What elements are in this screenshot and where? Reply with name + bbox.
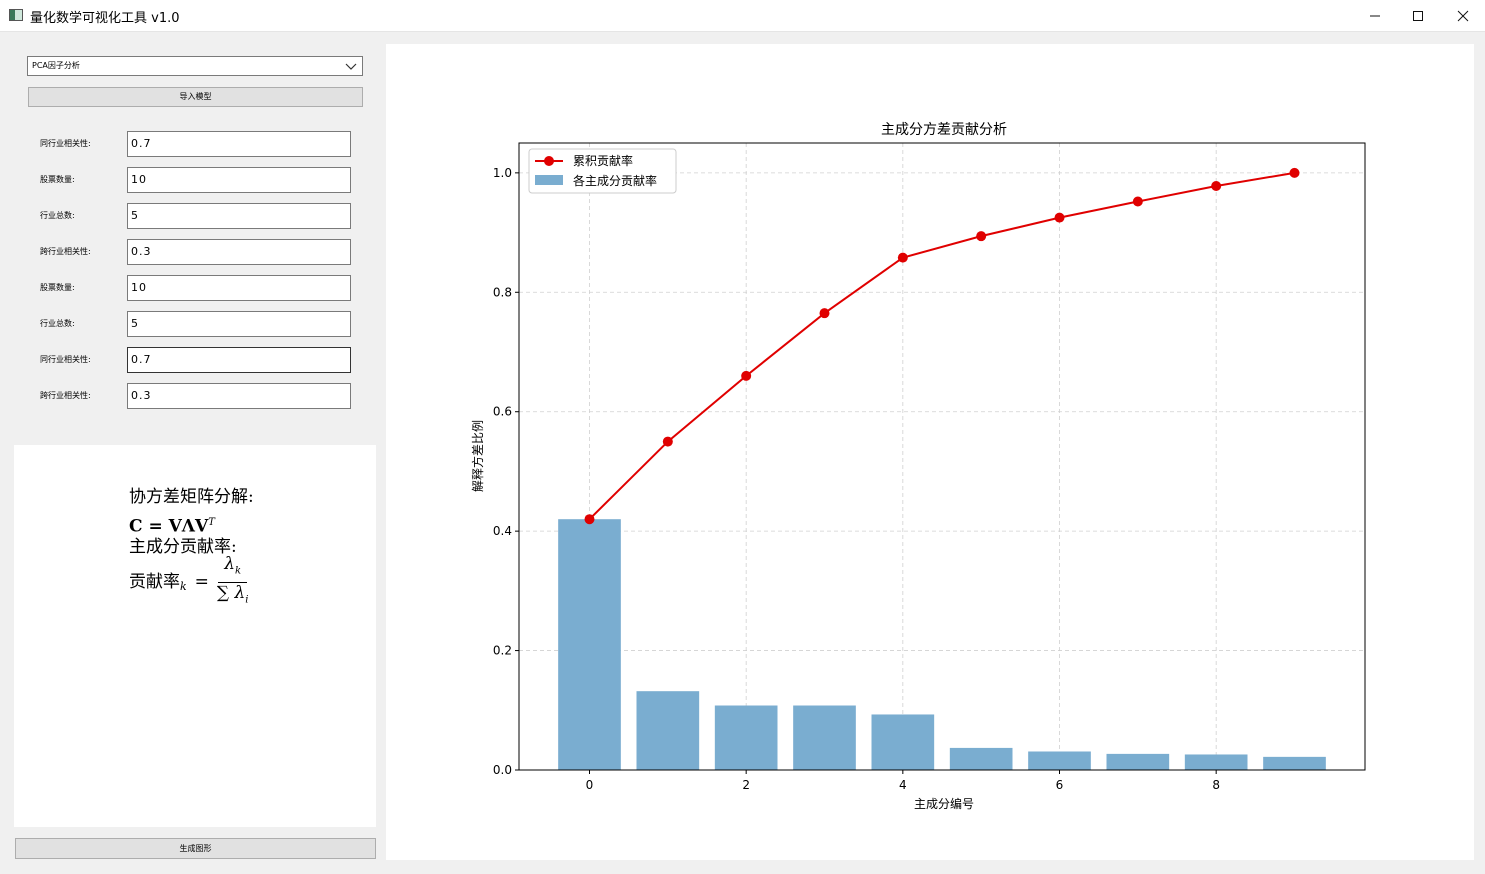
bar — [1106, 753, 1170, 770]
legend-label-individual: 各主成分贡献率 — [573, 173, 657, 188]
close-icon — [1457, 10, 1469, 21]
legend-label-cumulative: 累积贡献率 — [573, 153, 633, 168]
formula-fraction: λk ∑ λi — [217, 554, 249, 610]
pca-chart: 主成分方差贡献分析 主成分编号 解释方差比例 0 2 4 6 8 0.0 0.2 0.4 0.6… — [470, 122, 1366, 811]
analysis-type-select[interactable]: PCA因子分析 — [27, 56, 363, 76]
formula-transpose: T — [208, 517, 215, 528]
line-point — [819, 308, 830, 319]
analysis-type-value: PCA因子分析 — [32, 61, 80, 70]
formula-lhs-sub: k — [180, 579, 187, 593]
generate-chart-button[interactable]: 生成图形 — [15, 838, 376, 859]
line-point — [584, 514, 595, 525]
y-tick-label: 0.4 — [493, 524, 512, 538]
import-model-button[interactable]: 导入模型 — [28, 87, 363, 107]
title-bar: 量化数学可视化工具 v1.0 — [0, 0, 1485, 32]
y-tick-label: 1.0 — [493, 166, 512, 180]
formula-panel: 协方差矩阵分解: C = VΛVT 主成分贡献率: 贡献率 k = λk ∑ λi — [14, 445, 376, 827]
field-label: 行业总数: — [40, 211, 75, 220]
bar — [1028, 751, 1091, 770]
axes: 0 2 4 6 8 0.0 0.2 0.4 0.6 0.8 1.0 — [493, 142, 1366, 792]
chevron-down-icon — [345, 63, 357, 70]
bar — [1184, 754, 1248, 770]
bar — [949, 747, 1013, 770]
field-label: 同行业相关性: — [40, 355, 91, 364]
legend-line-marker — [544, 156, 554, 166]
formula-den-symbol: ∑ λ — [216, 582, 246, 603]
field-label: 跨行业相关性: — [40, 391, 91, 400]
chart-title: 主成分方差贡献分析 — [881, 122, 1007, 138]
stock-count-input-2[interactable]: 10 — [127, 275, 351, 301]
bar — [714, 705, 778, 770]
bar — [871, 714, 935, 770]
field-label: 跨行业相关性: — [40, 247, 91, 256]
stock-count-input[interactable]: 10 — [127, 167, 351, 193]
line-point — [897, 252, 908, 263]
x-tick-label: 6 — [1056, 778, 1064, 792]
line-point — [1211, 180, 1222, 191]
industry-count-input[interactable]: 5 — [127, 203, 351, 229]
field-label: 股票数量: — [40, 175, 75, 184]
bar — [558, 519, 621, 770]
y-tick-label: 0.0 — [493, 763, 512, 777]
y-tick-label: 0.6 — [493, 405, 512, 419]
minimize-button[interactable] — [1352, 0, 1398, 31]
bar — [636, 691, 700, 770]
formula-denominator: ∑ λi — [217, 583, 249, 610]
x-tick-label: 4 — [899, 778, 907, 792]
formula-line-4: 贡献率 k = λk ∑ λi — [129, 554, 254, 605]
line-point — [1054, 212, 1065, 223]
line-point — [1132, 196, 1143, 207]
maximize-button[interactable] — [1395, 0, 1441, 31]
field-label: 股票数量: — [40, 283, 75, 292]
intra-industry-corr-input-2[interactable]: 0.7 — [127, 347, 351, 373]
chart-panel: 主成分方差贡献分析 主成分编号 解释方差比例 0 2 4 6 8 0.0 0.2 0.4 0.6… — [386, 44, 1474, 860]
line-point — [1289, 167, 1300, 178]
cumulative-line — [588, 171, 1295, 520]
line-point — [741, 370, 752, 381]
y-tick-label: 0.8 — [493, 285, 512, 299]
formula-den-sub: i — [245, 593, 249, 605]
field-label: 同行业相关性: — [40, 139, 91, 148]
cross-industry-corr-input[interactable]: 0.3 — [127, 239, 351, 265]
intra-industry-corr-input[interactable]: 0.7 — [127, 131, 351, 157]
formula-num-sub: k — [235, 565, 242, 577]
formula-num-symbol: λ — [224, 554, 236, 575]
y-axis-label: 解释方差比例 — [470, 420, 485, 492]
x-tick-label: 8 — [1212, 778, 1220, 792]
app-icon — [9, 9, 23, 21]
bar — [793, 705, 856, 770]
formula-covariance: C = VΛV — [129, 516, 209, 537]
window-title: 量化数学可视化工具 v1.0 — [30, 11, 180, 26]
grid-lines — [519, 143, 1365, 771]
legend-bar-swatch — [535, 175, 563, 185]
x-axis-label: 主成分编号 — [914, 796, 974, 811]
formula-text: 协方差矩阵分解: C = VΛVT 主成分贡献率: 贡献率 k = λk ∑ λi — [129, 485, 254, 605]
line-point — [976, 231, 987, 242]
formula-lhs: 贡献率 — [129, 571, 180, 592]
field-label: 行业总数: — [40, 319, 75, 328]
minimize-icon — [1370, 15, 1380, 16]
maximize-icon — [1413, 10, 1423, 21]
plot-frame — [518, 142, 1366, 771]
chart-legend: 累积贡献率各主成分贡献率 — [528, 148, 677, 194]
x-tick-label: 0 — [586, 778, 594, 792]
cross-industry-corr-input-2[interactable]: 0.3 — [127, 383, 351, 409]
bar-series — [558, 519, 1326, 770]
x-tick-label: 2 — [742, 778, 750, 792]
formula-line-2: C = VΛVT — [129, 510, 254, 537]
y-tick-label: 0.2 — [493, 644, 512, 658]
close-button[interactable] — [1440, 0, 1485, 31]
line-series — [584, 167, 1300, 525]
bar — [1263, 756, 1326, 770]
formula-line-1: 协方差矩阵分解: — [129, 487, 254, 507]
industry-count-input-2[interactable]: 5 — [127, 311, 351, 337]
line-point — [662, 436, 673, 447]
formula-numerator: λk — [218, 554, 248, 583]
